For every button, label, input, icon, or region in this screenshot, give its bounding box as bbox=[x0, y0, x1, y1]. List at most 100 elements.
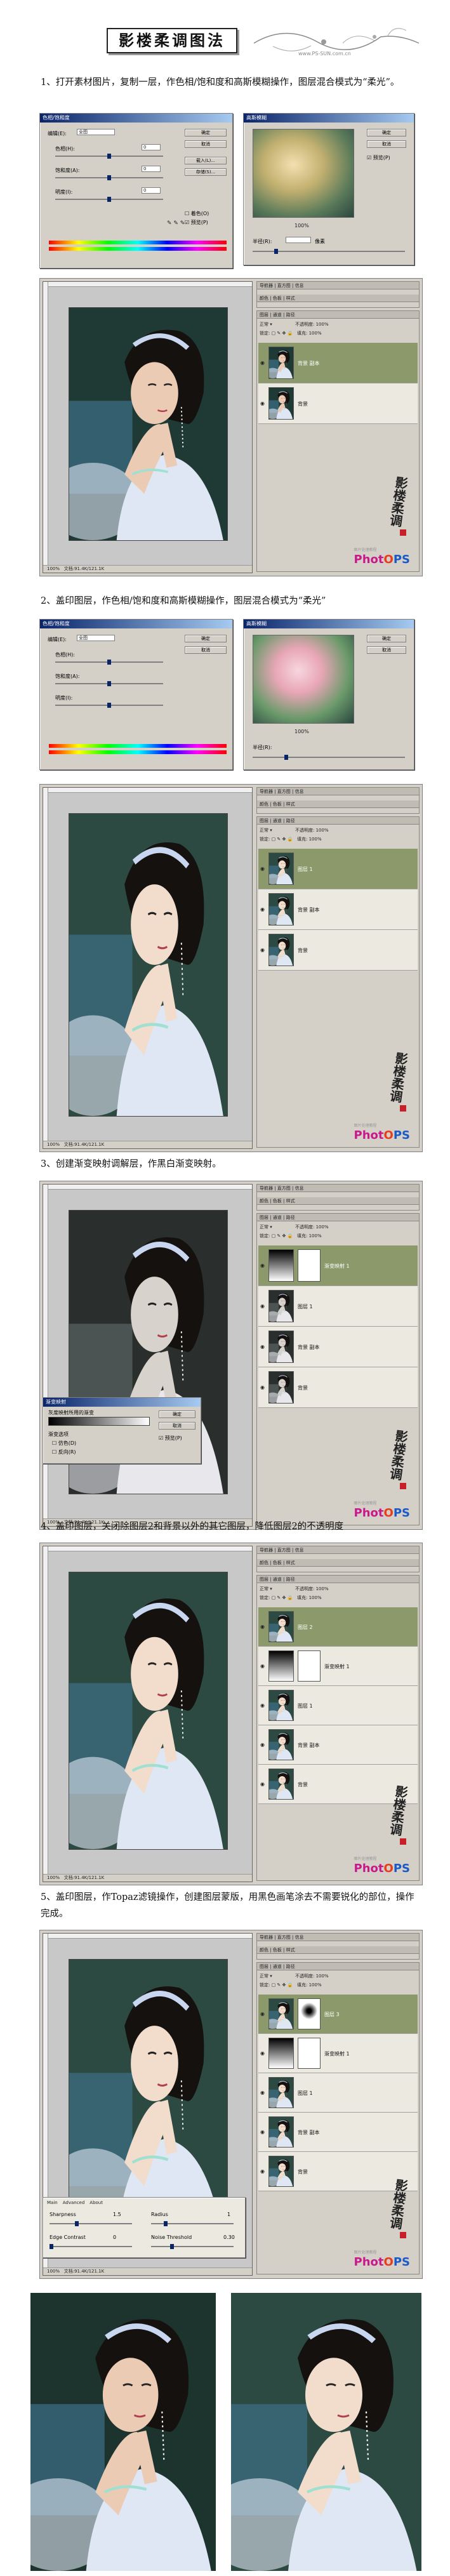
document-window[interactable]: 100% 文档:91.4K/121.1K bbox=[43, 1546, 253, 1882]
layer-row[interactable]: ◉ 图层 1 bbox=[258, 1286, 418, 1327]
cancel-button[interactable]: 取消 bbox=[367, 646, 406, 654]
saturation-slider[interactable] bbox=[55, 681, 163, 686]
lightness-slider[interactable] bbox=[55, 703, 163, 708]
layer-row[interactable]: ◉ 背景 bbox=[258, 1367, 418, 1408]
panel-tabs-2[interactable]: 颜色 | 色板 | 样式 bbox=[257, 1946, 419, 1954]
eye-icon[interactable]: ◉ bbox=[260, 401, 265, 406]
dither-checkbox[interactable]: ☐ 仿色(D) bbox=[52, 1440, 76, 1447]
eye-icon[interactable]: ◉ bbox=[260, 1781, 265, 1787]
edit-select[interactable]: 全图 bbox=[77, 129, 115, 135]
blend-mode-select[interactable]: 正常 ▾ bbox=[260, 1973, 272, 1979]
preview-checkbox[interactable]: ☑ 预览(P) bbox=[159, 1435, 182, 1442]
ok-button[interactable]: 确定 bbox=[159, 1411, 195, 1418]
eye-icon[interactable]: ◉ bbox=[260, 1624, 265, 1630]
layer-row[interactable]: ◉ 图层 1 bbox=[258, 1686, 418, 1725]
eye-icon[interactable]: ◉ bbox=[260, 2011, 265, 2017]
colorize-checkbox[interactable]: ☐ 着色(O) bbox=[185, 210, 209, 217]
ok-button[interactable]: 确定 bbox=[367, 635, 406, 642]
eye-icon[interactable]: ◉ bbox=[260, 1263, 265, 1268]
cancel-button[interactable]: 取消 bbox=[185, 646, 227, 654]
eye-icon[interactable]: ◉ bbox=[260, 2168, 265, 2174]
panel-tabs-2[interactable]: 颜色 | 色板 | 样式 bbox=[257, 1197, 419, 1205]
panel-tabs[interactable]: 导航器 | 直方图 | 信息 bbox=[257, 1185, 419, 1192]
eyedropper-icons[interactable]: ✎ ✎ ✎ bbox=[167, 220, 185, 227]
panel-tabs-2[interactable]: 颜色 | 色板 | 样式 bbox=[257, 1559, 419, 1567]
cancel-button[interactable]: 取消 bbox=[185, 140, 227, 148]
hue-slider[interactable] bbox=[55, 660, 163, 665]
layer-row[interactable]: ◉ 图层 1 bbox=[258, 849, 418, 889]
opacity-control[interactable]: 不透明度: 100% bbox=[295, 827, 329, 833]
eye-icon[interactable]: ◉ bbox=[260, 906, 265, 912]
gradient-swatch[interactable] bbox=[48, 1417, 150, 1426]
layer-row[interactable]: ◉ 背景 bbox=[258, 930, 418, 971]
panel-tabs[interactable]: 导航器 | 直方图 | 信息 bbox=[257, 1934, 419, 1941]
radius-slider[interactable] bbox=[253, 249, 405, 254]
layer-row[interactable]: ◉ 渐变映射 1 bbox=[258, 1245, 418, 1286]
eye-icon[interactable]: ◉ bbox=[260, 947, 265, 953]
layer-row[interactable]: ◉ 背景 副本 bbox=[258, 889, 418, 930]
eye-icon[interactable]: ◉ bbox=[260, 866, 265, 872]
load-button[interactable]: 载入(L)... bbox=[185, 157, 227, 164]
opacity-control[interactable]: 不透明度: 100% bbox=[295, 1973, 329, 1979]
blend-mode-select[interactable]: 正常 ▾ bbox=[260, 1586, 272, 1592]
lightness-input[interactable]: 0 bbox=[142, 187, 161, 194]
ok-button[interactable]: 确定 bbox=[367, 129, 406, 136]
lock-controls[interactable]: 锁定: ▢ ✎ ✥ 🔒 填充: 100% bbox=[260, 1595, 322, 1601]
topaz-tab[interactable]: Main bbox=[47, 2200, 58, 2205]
layers-tabs[interactable]: 图层 | 通道 | 路径 bbox=[257, 1214, 419, 1221]
hue-slider[interactable] bbox=[55, 154, 163, 159]
eye-icon[interactable]: ◉ bbox=[260, 2090, 265, 2095]
topaz-slider[interactable] bbox=[151, 2244, 234, 2249]
layer-row[interactable]: ◉ 背景 副本 bbox=[258, 1327, 418, 1367]
opacity-control[interactable]: 不透明度: 100% bbox=[295, 321, 329, 328]
document-window[interactable]: 100% 文档:91.4K/121.1K bbox=[43, 281, 253, 573]
lock-controls[interactable]: 锁定: ▢ ✎ ✥ 🔒 填充: 100% bbox=[260, 1233, 322, 1239]
eye-icon[interactable]: ◉ bbox=[260, 1384, 265, 1390]
opacity-control[interactable]: 不透明度: 100% bbox=[295, 1586, 329, 1592]
edit-select[interactable]: 全图 bbox=[77, 635, 115, 641]
cancel-button[interactable]: 取消 bbox=[367, 140, 406, 148]
ok-button[interactable]: 确定 bbox=[185, 129, 227, 136]
save-button[interactable]: 存储(S)... bbox=[185, 168, 227, 176]
blend-mode-select[interactable]: 正常 ▾ bbox=[260, 1224, 272, 1230]
preview-checkbox[interactable]: ☑ 预览(P) bbox=[367, 154, 390, 161]
topaz-slider[interactable] bbox=[50, 2244, 132, 2249]
preview-checkbox[interactable]: ☑ 预览(P) bbox=[185, 219, 208, 226]
opacity-control[interactable]: 不透明度: 100% bbox=[295, 1224, 329, 1230]
layers-tabs[interactable]: 图层 | 通道 | 路径 bbox=[257, 1576, 419, 1583]
lock-controls[interactable]: 锁定: ▢ ✎ ✥ 🔒 填充: 100% bbox=[260, 836, 322, 842]
eye-icon[interactable]: ◉ bbox=[260, 1344, 265, 1350]
saturation-input[interactable]: 0 bbox=[142, 166, 161, 172]
reverse-checkbox[interactable]: ☐ 反向(R) bbox=[52, 1449, 76, 1456]
topaz-slider[interactable] bbox=[151, 2221, 234, 2226]
lightness-slider[interactable] bbox=[55, 197, 163, 202]
blend-mode-select[interactable]: 正常 ▾ bbox=[260, 321, 272, 328]
topaz-tab[interactable]: Advanced bbox=[63, 2200, 85, 2205]
eye-icon[interactable]: ◉ bbox=[260, 1703, 265, 1708]
layer-row[interactable]: ◉ 图层 2 bbox=[258, 1607, 418, 1647]
cancel-button[interactable]: 取消 bbox=[159, 1422, 195, 1430]
layers-tabs[interactable]: 图层 | 通道 | 路径 bbox=[257, 1963, 419, 1970]
lock-controls[interactable]: 锁定: ▢ ✎ ✥ 🔒 填充: 100% bbox=[260, 1982, 322, 1988]
eye-icon[interactable]: ◉ bbox=[260, 1303, 265, 1309]
radius-slider[interactable] bbox=[253, 755, 405, 760]
layer-row[interactable]: ◉ 渐变映射 1 bbox=[258, 1647, 418, 1686]
document-window[interactable]: 100% 文档:91.4K/121.1K bbox=[43, 787, 253, 1149]
panel-tabs-2[interactable]: 颜色 | 色板 | 样式 bbox=[257, 800, 419, 808]
panel-tabs[interactable]: 导航器 | 直方图 | 信息 bbox=[257, 788, 419, 795]
ok-button[interactable]: 确定 bbox=[185, 635, 227, 642]
document-window[interactable]: 100% 文档:91.4K/121.1K bbox=[43, 1184, 253, 1527]
layer-row[interactable]: ◉ 渐变映射 1 bbox=[258, 2034, 418, 2073]
radius-input[interactable] bbox=[286, 237, 311, 243]
eye-icon[interactable]: ◉ bbox=[260, 1742, 265, 1748]
hue-input[interactable]: 0 bbox=[142, 144, 161, 150]
panel-tabs[interactable]: 导航器 | 直方图 | 信息 bbox=[257, 282, 419, 289]
layer-row[interactable]: ◉ 图层 3 bbox=[258, 1995, 418, 2034]
eye-icon[interactable]: ◉ bbox=[260, 2129, 265, 2135]
eye-icon[interactable]: ◉ bbox=[260, 360, 265, 366]
topaz-slider[interactable] bbox=[50, 2221, 132, 2226]
layer-row[interactable]: ◉ 背景 bbox=[258, 383, 418, 424]
layer-row[interactable]: ◉ 背景 副本 bbox=[258, 343, 418, 383]
lock-controls[interactable]: 锁定: ▢ ✎ ✥ 🔒 填充: 100% bbox=[260, 330, 322, 336]
layers-tabs[interactable]: 图层 | 通道 | 路径 bbox=[257, 817, 419, 825]
